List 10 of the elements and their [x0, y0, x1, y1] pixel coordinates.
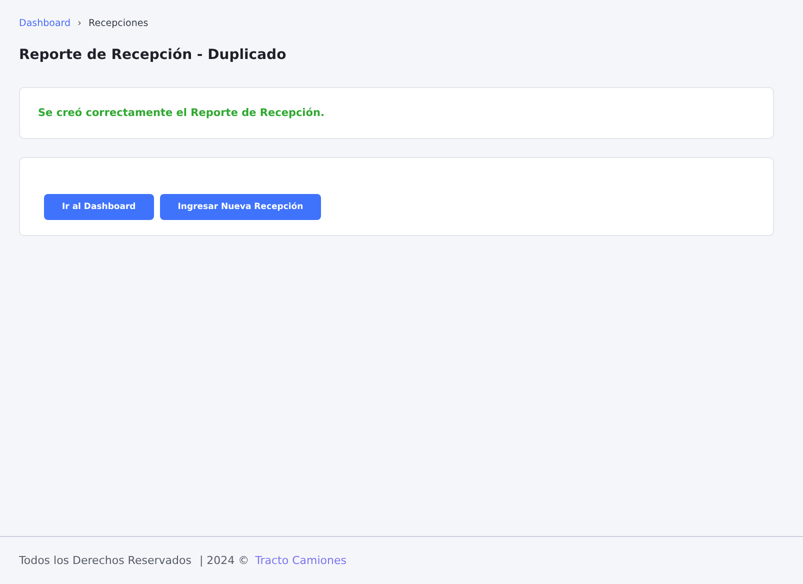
success-message: Se creó correctamente el Reporte de Recepción. [38, 107, 324, 119]
breadcrumb-link[interactable]: Dashboard [19, 18, 71, 28]
action-button[interactable]: Ir al Dashboard [44, 194, 154, 220]
breadcrumb-separator: › [78, 18, 82, 28]
breadcrumb-current: Recepciones [88, 18, 148, 28]
action-button[interactable]: Ingresar Nueva Recepción [160, 194, 322, 220]
footer-link[interactable]: Tracto Camiones [255, 554, 346, 567]
footer-text: Todos los Derechos Reservados [19, 554, 192, 567]
page-title: Reporte de Recepción - Duplicado [19, 47, 288, 63]
footer-copyright: | 2024 © [199, 554, 250, 567]
